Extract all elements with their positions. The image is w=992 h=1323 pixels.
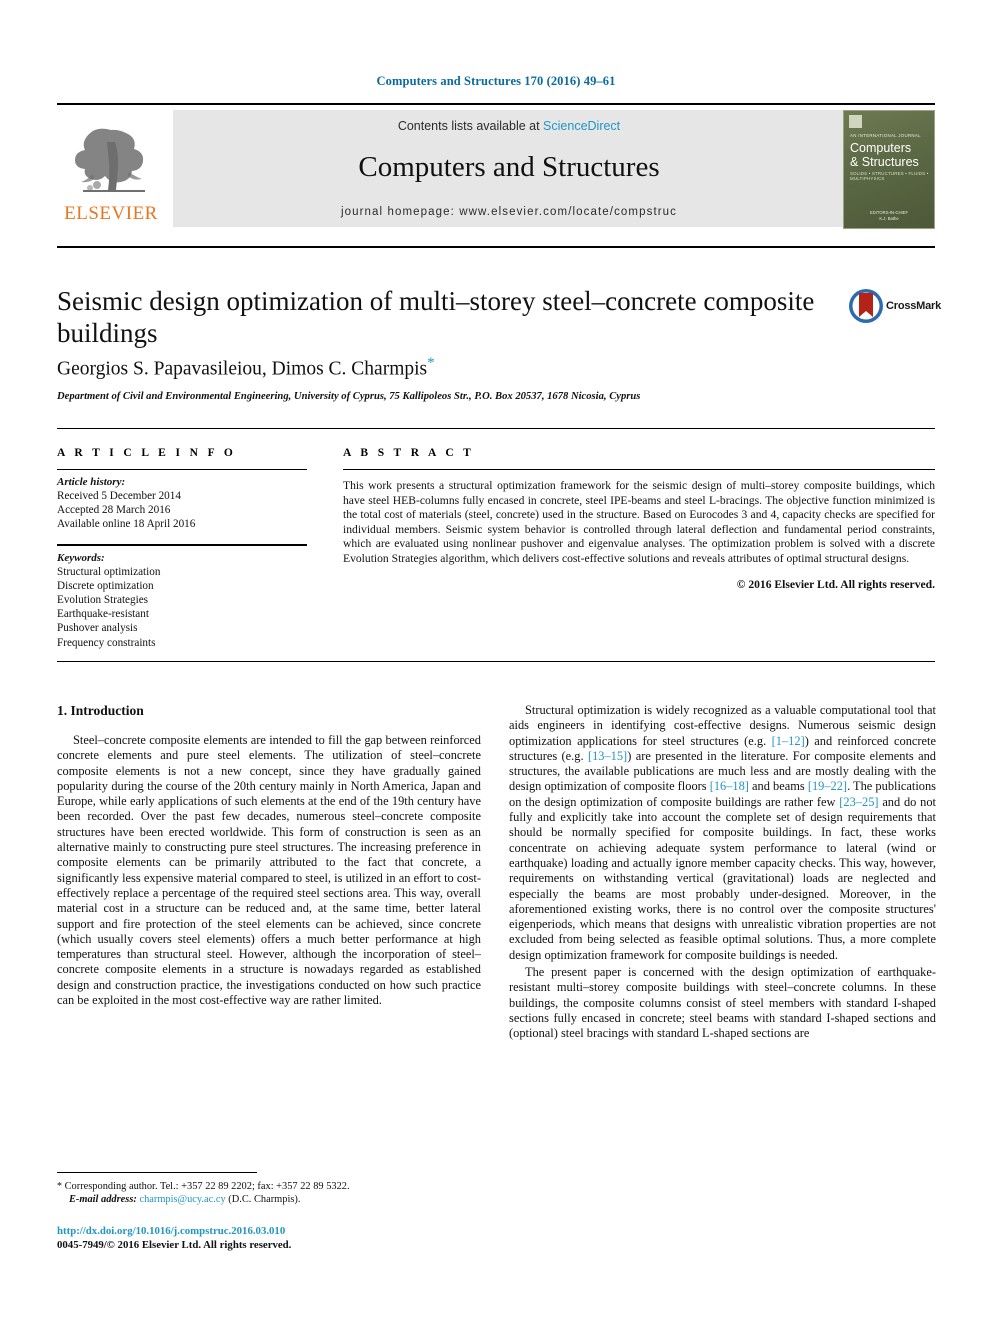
masthead-panel: Contents lists available at ScienceDirec… [173,110,845,227]
cover-subtitle: SOLIDS • STRUCTURES • FLUIDS • MULTIPHYS… [850,171,929,181]
keywords-rule [57,543,307,546]
running-head: Computers and Structures 170 (2016) 49–6… [376,74,616,88]
sciencedirect-link[interactable]: ScienceDirect [543,119,620,133]
info-divider [57,428,935,429]
corresponding-author-marker: * [427,355,435,371]
article-history-label: Article history: [57,476,126,488]
email-owner: (D.C. Charmpis). [228,1194,301,1206]
journal-cover-thumbnail: AN INTERNATIONAL JOURNAL Computers & Str… [843,110,935,229]
article-history-received: Received 5 December 2014 [57,490,181,502]
abstract-copyright: © 2016 Elsevier Ltd. All rights reserved… [736,577,935,591]
journal-masthead: ELSEVIER Contents lists available at Sci… [57,103,935,229]
paragraph: Steel–concrete composite elements are in… [57,733,481,1008]
journal-article-page: Computers and Structures 170 (2016) 49–6… [0,0,992,1323]
article-history-online: Available online 18 April 2016 [57,518,196,531]
reference-link[interactable]: [19–22] [808,779,847,793]
footnote-contact-text: Corresponding author. Tel.: +357 22 89 2… [64,1181,350,1192]
journal-homepage-link[interactable]: journal homepage: www.elsevier.com/locat… [173,206,845,218]
cover-footer: EDITORS-IN-CHIEF K.J. Bathe [844,210,934,222]
body-column-right: Structural optimization is widely recogn… [509,703,936,1044]
section-heading-introduction: 1. Introduction [57,703,144,718]
paragraph-with-references: Structural optimization is widely recogn… [509,703,936,963]
crossmark-label: CrossMark [886,300,942,312]
keywords-label: Keywords: [57,551,105,564]
keyword-item: Pushover analysis [57,622,138,635]
keyword-item: Frequency constraints [57,636,156,649]
author-list: Georgios S. Papavasileiou, Dimos C. Char… [57,355,857,381]
cover-publisher-badge [849,115,862,128]
abstract-text: This work presents a structural optimiza… [343,479,935,565]
footnote-line-1: * Corresponding author. Tel.: +357 22 89… [57,1180,487,1193]
reference-link[interactable]: [23–25] [839,795,878,809]
cover-title-line-2: & Structures [850,154,919,169]
title-divider [57,246,935,248]
email-address-label: E-mail address: [69,1194,137,1206]
corresponding-author-footnote: * Corresponding author. Tel.: +357 22 89… [57,1180,487,1207]
cover-kicker: AN INTERNATIONAL JOURNAL [850,133,921,138]
body-divider [57,661,935,662]
abstract-block: A B S T R A C T This work presents a str… [343,447,935,591]
abstract-heading: A B S T R A C T [343,447,475,459]
footnote-divider [57,1172,257,1173]
doi-block: http://dx.doi.org/10.1016/j.compstruc.20… [57,1224,487,1252]
keyword-item: Evolution Strategies [57,594,149,607]
footnote-line-2: E-mail address: charmpis@ucy.ac.cy (D.C.… [57,1193,487,1206]
cover-title: Computers & Structures [850,141,930,169]
email-link[interactable]: charmpis@ucy.ac.cy [139,1194,225,1205]
keyword-item: Structural optimization [57,565,161,578]
cover-footer-line-2: K.J. Bathe [879,216,899,221]
elsevier-logo: ELSEVIER [57,110,165,227]
text-run: and do not fully and explicitly take int… [509,794,936,962]
paragraph: The present paper is concerned with the … [509,965,936,1041]
contents-available-line: Contents lists available at ScienceDirec… [173,119,845,133]
cover-title-line-1: Computers [850,141,912,155]
reference-link[interactable]: [16–18] [710,779,749,793]
article-info-block: A R T I C L E I N F O Article history: R… [57,447,307,650]
elsevier-wordmark: ELSEVIER [64,203,158,224]
article-history-accepted: Accepted 28 March 2016 [57,504,171,517]
body-column-left: 1. Introduction Steel–concrete composite… [57,703,481,1010]
article-info-rule [57,469,307,470]
journal-title: Computers and Structures [358,151,660,183]
text-run: and beams [748,779,808,794]
elsevier-tree-icon [75,128,145,192]
contents-prefix: Contents lists available at [397,119,544,133]
affiliation: Department of Civil and Environmental En… [57,391,641,402]
footnote-marker: * [57,1181,62,1192]
doi-link[interactable]: http://dx.doi.org/10.1016/j.compstruc.20… [57,1224,487,1238]
crossmark-badge[interactable]: CrossMark [848,288,942,334]
page-title: Seismic design optimization of multi–sto… [57,286,815,348]
keyword-item: Earthquake-resistant [57,608,149,621]
reference-link[interactable]: [13–15] [588,749,627,763]
article-info-heading: A R T I C L E I N F O [57,447,237,459]
keyword-item: Discrete optimization [57,579,154,592]
abstract-rule [343,469,935,470]
author-names: Georgios S. Papavasileiou, Dimos C. Char… [57,358,428,380]
reference-link[interactable]: [1–12] [772,734,805,748]
issn-copyright-line: 0045-7949/© 2016 Elsevier Ltd. All right… [57,1239,292,1251]
crossmark-icon [849,289,883,323]
